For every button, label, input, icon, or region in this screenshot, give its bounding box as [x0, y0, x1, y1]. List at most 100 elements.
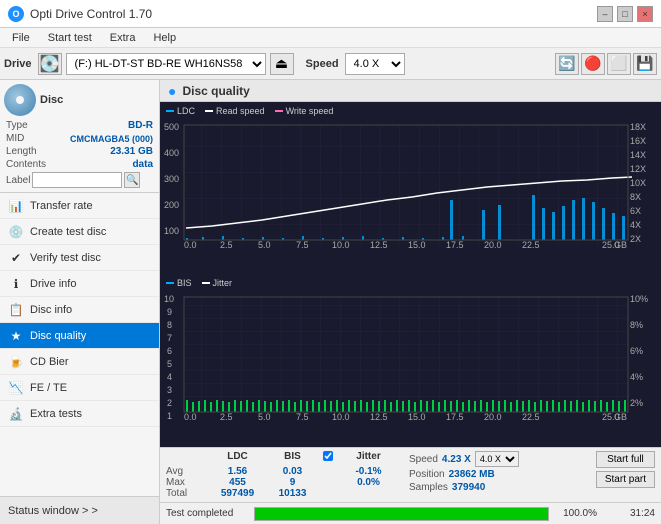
sidebar-item-drive-info[interactable]: ℹ Drive info — [0, 271, 159, 297]
disc-icon — [4, 84, 36, 116]
refresh-button[interactable]: 🔄 — [555, 53, 579, 75]
svg-text:9: 9 — [167, 307, 172, 317]
progress-fill — [255, 508, 548, 520]
top-chart-legend: LDC Read speed Write speed — [162, 104, 659, 118]
svg-text:2: 2 — [167, 398, 172, 408]
start-full-button[interactable]: Start full — [596, 451, 655, 468]
disc-label: Disc — [40, 94, 63, 106]
total-label: Total — [166, 488, 210, 499]
svg-text:GB: GB — [614, 240, 627, 250]
save-button[interactable]: 💾 — [633, 53, 657, 75]
svg-text:500: 500 — [164, 122, 179, 132]
svg-text:15.0: 15.0 — [408, 412, 426, 422]
sidebar-item-extra-tests[interactable]: 🔬 Extra tests — [0, 401, 159, 427]
svg-text:16X: 16X — [630, 136, 646, 146]
svg-text:4X: 4X — [630, 220, 641, 230]
menu-help[interactable]: Help — [145, 31, 184, 45]
top-chart: 500 400 300 200 100 18X 16X 14X 12X 10X … — [162, 120, 660, 250]
chart-title: Disc quality — [182, 84, 249, 98]
avg-bis: 0.03 — [265, 466, 320, 477]
speed-select[interactable]: 4.0 X — [345, 53, 405, 75]
position-value: 23862 MB — [449, 469, 495, 480]
legend-read-speed: Read speed — [205, 106, 265, 116]
verify-test-disc-label: Verify test disc — [30, 252, 101, 264]
close-button[interactable]: × — [637, 6, 653, 22]
svg-text:20.0: 20.0 — [484, 412, 502, 422]
menu-extra[interactable]: Extra — [102, 31, 144, 45]
sidebar-item-verify-test-disc[interactable]: ✔ Verify test disc — [0, 245, 159, 271]
col-header-empty — [166, 451, 210, 464]
start-part-button[interactable]: Start part — [596, 471, 655, 488]
svg-text:300: 300 — [164, 174, 179, 184]
sidebar-item-fe-te[interactable]: 📉 FE / TE — [0, 375, 159, 401]
speed-label: Speed — [306, 58, 339, 70]
svg-text:4%: 4% — [630, 372, 643, 382]
svg-text:12.5: 12.5 — [370, 240, 388, 250]
sidebar-item-transfer-rate[interactable]: 📊 Transfer rate — [0, 193, 159, 219]
burn-button[interactable]: 🔴 — [581, 53, 605, 75]
menu-start-test[interactable]: Start test — [40, 31, 100, 45]
svg-text:5: 5 — [167, 359, 172, 369]
top-chart-wrapper: 500 400 300 200 100 18X 16X 14X 12X 10X … — [162, 120, 659, 274]
eject-button[interactable]: ⏏ — [270, 53, 294, 75]
length-value: 23.31 GB — [110, 146, 153, 157]
disc-info-label: Disc info — [30, 304, 72, 316]
maximize-button[interactable]: □ — [617, 6, 633, 22]
sidebar-item-cd-bier[interactable]: 🍺 CD Bier — [0, 349, 159, 375]
legend-bis-label: BIS — [177, 278, 192, 288]
jitter-checkbox[interactable] — [323, 451, 333, 461]
svg-text:3: 3 — [167, 385, 172, 395]
status-window-button[interactable]: Status window > > — [0, 496, 159, 524]
menu-file[interactable]: File — [4, 31, 38, 45]
label-input[interactable] — [32, 172, 122, 188]
svg-text:7.5: 7.5 — [296, 412, 309, 422]
erase-button[interactable]: ⬜ — [607, 53, 631, 75]
svg-text:0.0: 0.0 — [184, 240, 197, 250]
progress-bar — [254, 507, 549, 521]
svg-text:8X: 8X — [630, 192, 641, 202]
svg-text:5.0: 5.0 — [258, 240, 271, 250]
bottom-chart-wrapper: 10 9 8 7 6 5 4 3 2 1 10% 8% 6% 4% 2% — [162, 292, 659, 446]
avg-ldc: 1.56 — [210, 466, 265, 477]
verify-test-disc-icon: ✔ — [8, 250, 24, 266]
speed-stat-value: 4.23 X — [442, 454, 471, 465]
svg-text:2.5: 2.5 — [220, 240, 233, 250]
label-search-button[interactable]: 🔍 — [124, 172, 140, 188]
create-test-disc-icon: 💿 — [8, 224, 24, 240]
type-value: BD-R — [128, 120, 153, 131]
legend-write-speed: Write speed — [275, 106, 334, 116]
svg-text:GB: GB — [614, 412, 627, 422]
minimize-button[interactable]: – — [597, 6, 613, 22]
max-ldc: 455 — [210, 477, 265, 488]
drive-select[interactable]: (F:) HL-DT-ST BD-RE WH16NS58 TST4 — [66, 53, 266, 75]
nav-items: 📊 Transfer rate 💿 Create test disc ✔ Ver… — [0, 193, 159, 496]
svg-text:10%: 10% — [630, 294, 648, 304]
max-bis: 9 — [265, 477, 320, 488]
disc-info-icon: 📋 — [8, 302, 24, 318]
svg-text:22.5: 22.5 — [522, 240, 540, 250]
extra-tests-icon: 🔬 — [8, 406, 24, 422]
sidebar-item-disc-quality[interactable]: ★ Disc quality — [0, 323, 159, 349]
svg-text:1: 1 — [167, 411, 172, 421]
sidebar-item-create-test-disc[interactable]: 💿 Create test disc — [0, 219, 159, 245]
legend-bis: BIS — [166, 278, 192, 288]
mid-label: MID — [6, 133, 24, 144]
col-header-check — [320, 451, 336, 464]
svg-text:6X: 6X — [630, 206, 641, 216]
length-label: Length — [6, 146, 37, 157]
write-speed-color — [275, 110, 283, 112]
speed-stat-select[interactable]: 4.0 X — [475, 451, 519, 467]
sidebar-item-disc-info[interactable]: 📋 Disc info — [0, 297, 159, 323]
svg-text:100: 100 — [164, 226, 179, 236]
transfer-rate-icon: 📊 — [8, 198, 24, 214]
create-test-disc-label: Create test disc — [30, 226, 106, 238]
svg-text:0.0: 0.0 — [184, 412, 197, 422]
jitter-color — [202, 282, 210, 284]
svg-text:12.5: 12.5 — [370, 412, 388, 422]
svg-text:5.0: 5.0 — [258, 412, 271, 422]
speed-stat-label: Speed — [409, 454, 438, 465]
col-header-jitter: Jitter — [336, 451, 401, 464]
status-window-label: Status window > > — [8, 505, 98, 517]
disc-quality-header-icon: ● — [168, 83, 176, 99]
window-controls: – □ × — [597, 6, 653, 22]
